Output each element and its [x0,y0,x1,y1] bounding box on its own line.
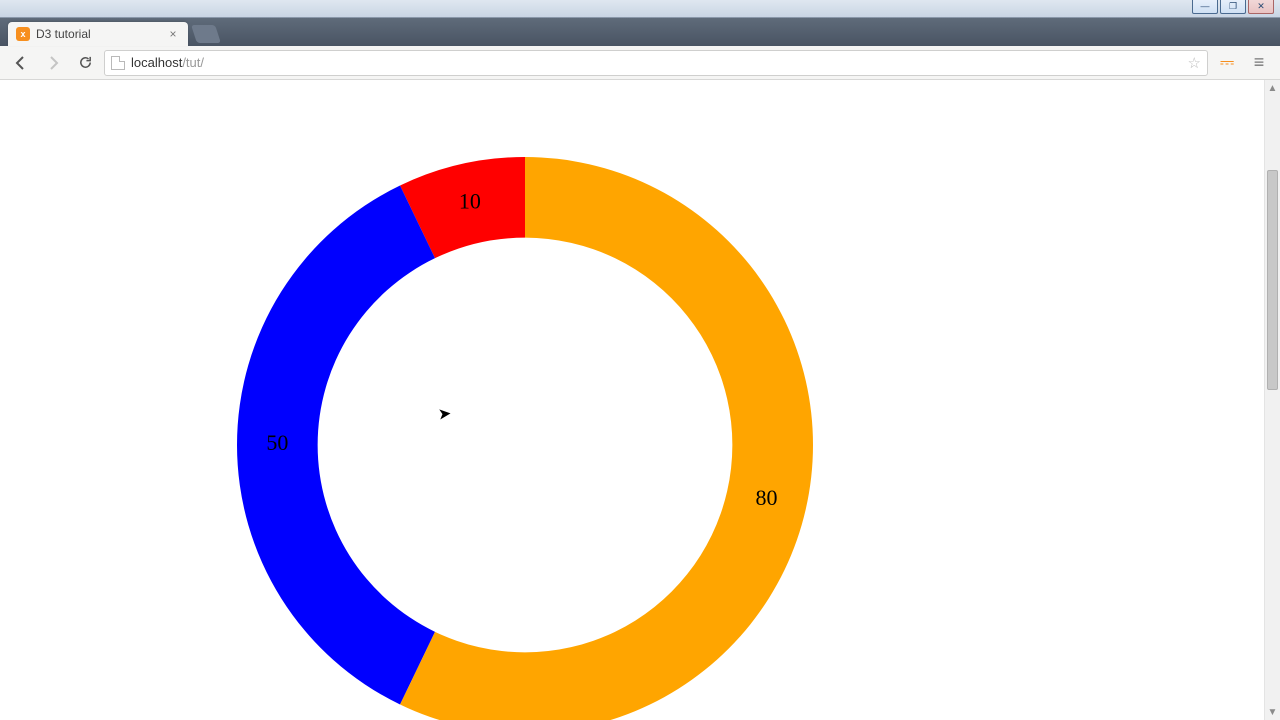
arrow-left-icon [13,55,29,71]
tab-close-icon[interactable]: × [166,27,180,41]
os-maximize-button[interactable]: ❐ [1220,0,1246,14]
donut-chart: 10 50 80 [0,80,1100,720]
donut-slice-label: 80 [755,485,777,510]
address-bar[interactable]: localhost/tut/ ☆ [104,50,1208,76]
back-button[interactable] [8,50,34,76]
os-close-button[interactable]: ✕ [1248,0,1274,14]
xampp-favicon-icon: x [16,27,30,41]
os-window-titlebar: — ❐ ✕ [0,0,1280,18]
extension-icon[interactable]: ⎓ [1214,50,1240,76]
vertical-scrollbar[interactable]: ▲ ▼ [1264,80,1280,720]
browser-window: x D3 tutorial × localhost/tut/ ☆ ⎓ ≡ 10 5… [0,18,1280,720]
tab-title: D3 tutorial [36,27,91,41]
page-icon [111,56,125,70]
tab-active[interactable]: x D3 tutorial × [8,22,188,46]
tab-strip: x D3 tutorial × [0,18,1280,46]
forward-button[interactable] [40,50,66,76]
os-minimize-button[interactable]: — [1192,0,1218,14]
donut-slice-label: 10 [459,189,481,214]
url-host: localhost [131,55,182,70]
scroll-down-arrow-icon[interactable]: ▼ [1265,704,1280,720]
scrollbar-thumb[interactable] [1267,170,1278,390]
reload-icon [78,55,93,70]
bookmark-star-icon[interactable]: ☆ [1188,54,1201,72]
page-viewport: 105080 ➤ ▲ ▼ [0,80,1280,720]
url-path: /tut/ [182,55,204,70]
arrow-right-icon [45,55,61,71]
chrome-menu-button[interactable]: ≡ [1246,50,1272,76]
donut-slice-label: 50 [266,430,288,455]
browser-toolbar: localhost/tut/ ☆ ⎓ ≡ [0,46,1280,80]
new-tab-button[interactable] [191,25,221,43]
scroll-up-arrow-icon[interactable]: ▲ [1265,80,1280,96]
reload-button[interactable] [72,50,98,76]
